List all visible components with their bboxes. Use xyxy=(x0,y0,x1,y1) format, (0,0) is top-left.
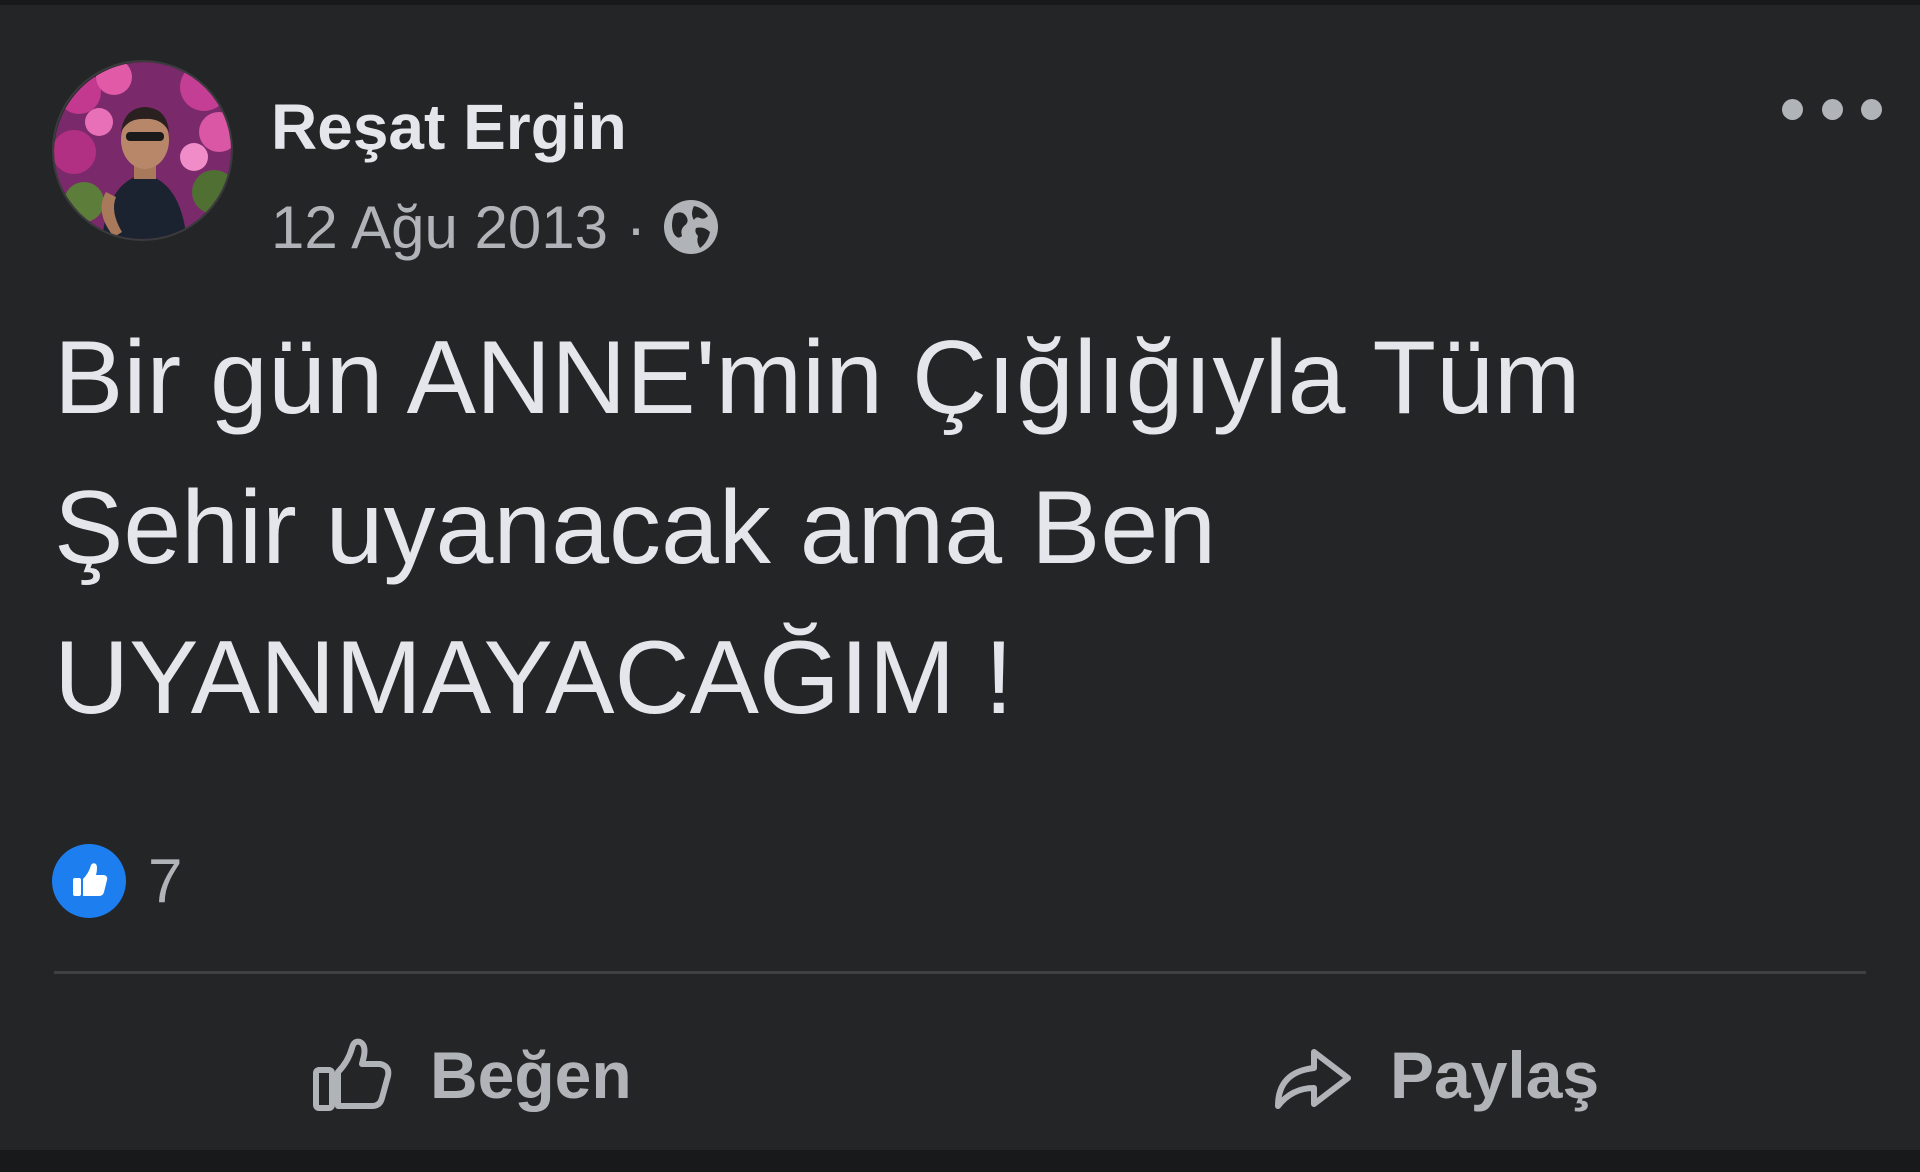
share-button[interactable]: Paylaş xyxy=(1270,1015,1599,1135)
post-card: Reşat Ergin 12 Ağu 2013 · Bir gün ANNE'm… xyxy=(0,5,1920,1150)
thumbs-up-icon xyxy=(310,1032,396,1118)
reaction-summary[interactable]: 7 xyxy=(52,843,182,919)
reaction-count: 7 xyxy=(148,846,183,916)
globe-icon xyxy=(660,196,722,258)
share-arrow-icon xyxy=(1270,1032,1356,1118)
profile-photo-icon xyxy=(54,62,231,239)
more-options-button[interactable] xyxy=(1782,87,1882,131)
screen-bottom-edge xyxy=(0,1150,1920,1172)
like-reaction-icon xyxy=(52,844,126,918)
meta-separator: · xyxy=(626,193,646,261)
action-divider xyxy=(54,971,1866,974)
post-date[interactable]: 12 Ağu 2013 xyxy=(271,193,608,262)
post-text-line: UYANMAYACAĞIM ! xyxy=(54,620,1014,736)
more-options-icon-dot-2 xyxy=(1821,98,1843,120)
post-text: Bir gün ANNE'min Çığlığıyla Tüm Şehir uy… xyxy=(54,303,1854,753)
post-meta: 12 Ağu 2013 · xyxy=(271,187,722,267)
share-label: Paylaş xyxy=(1390,1038,1600,1112)
post-text-line: Bir gün ANNE'min Çığlığıyla Tüm xyxy=(54,320,1581,436)
like-label: Beğen xyxy=(430,1038,632,1112)
author-name[interactable]: Reşat Ergin xyxy=(271,87,627,167)
like-button[interactable]: Beğen xyxy=(310,1015,632,1135)
author-avatar[interactable] xyxy=(52,60,233,241)
more-options-icon-dot-3 xyxy=(1861,98,1882,120)
more-options-icon xyxy=(1782,98,1803,120)
post-text-line: Şehir uyanacak ama Ben xyxy=(54,470,1217,586)
